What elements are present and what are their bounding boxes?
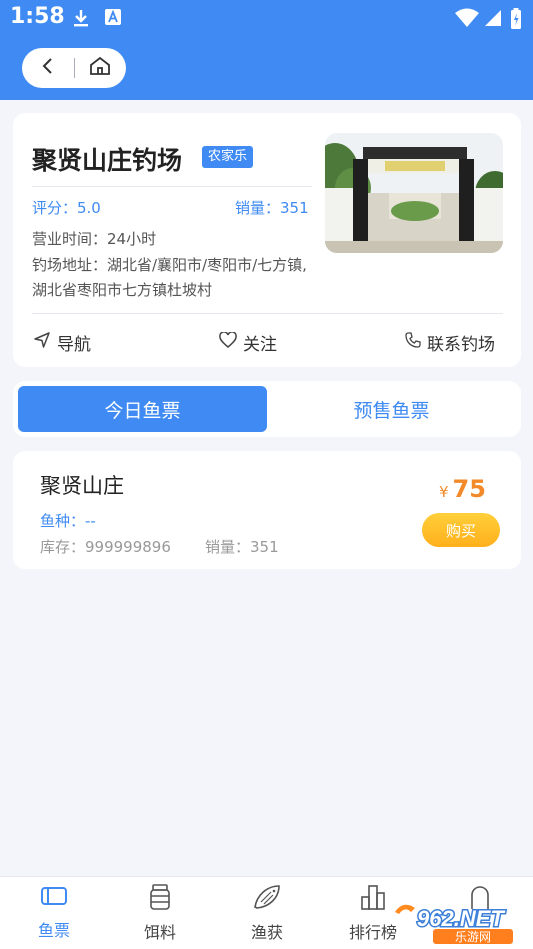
ticket-sales: 销量：351 [205,538,279,556]
heart-icon [219,331,243,353]
chevron-left-icon [40,57,56,79]
nav-label: 排行榜 [348,923,397,942]
wifi-icon [454,8,480,32]
back-button[interactable] [22,48,74,88]
status-bar: 1:58 [0,0,533,36]
venue-info-card: 聚贤山庄钓场 农家乐 评分：5.0 销量：351 营业时间：24小时 钓场地址：… [13,113,521,367]
nav-label: 鱼票 [37,921,70,940]
venue-photo[interactable] [325,133,503,253]
venue-rating: 评分：5.0 [32,199,101,217]
top-header [0,36,533,100]
navigate-label: 导航 [57,335,91,355]
ticket-species: 鱼种：-- [40,512,96,530]
ticket-icon [39,883,69,913]
divider [32,186,312,187]
watermark-logo: 962.NET 乐游网 [393,898,533,946]
nav-item-catch[interactable]: 渔获 [227,883,307,943]
nav-item-tickets[interactable]: 鱼票 [14,883,94,941]
tab-presale-tickets[interactable]: 预售鱼票 [267,386,516,432]
svg-text:乐游网: 乐游网 [455,930,491,944]
tab-today-tickets[interactable]: 今日鱼票 [18,386,267,432]
fish-icon [251,883,283,915]
nav-capsule [22,48,126,88]
venue-sales: 销量：351 [235,199,309,217]
navigate-button[interactable]: 导航 [33,330,91,355]
home-button[interactable] [74,48,126,88]
download-icon [72,8,90,32]
currency-symbol: ¥ [439,483,449,501]
svg-text:962.NET: 962.NET [417,906,505,931]
nav-label: 渔获 [250,923,283,942]
a-badge-icon [104,8,122,30]
venue-address: 钓场地址：湖北省/襄阳市/枣阳市/七方镇,湖北省枣阳市七方镇杜坡村 [32,256,307,299]
follow-button[interactable]: 关注 [219,330,277,355]
nav-label: 饵料 [143,923,176,942]
home-icon [89,56,111,80]
venue-title: 聚贤山庄钓场 [32,146,183,175]
signal-icon [483,8,503,32]
ticket-price: ¥ 75 [439,475,486,503]
phone-icon [405,332,427,353]
navigation-arrow-icon [33,331,57,354]
status-time: 1:58 [10,4,65,29]
battery-icon [510,8,522,34]
bar-chart-icon [359,883,387,915]
ticket-name: 聚贤山庄 [40,474,124,498]
venue-category-tag: 农家乐 [202,146,254,168]
follow-label: 关注 [243,335,277,355]
buy-button[interactable]: 购买 [422,513,500,547]
ticket-tabs: 今日鱼票 预售鱼票 [13,381,521,437]
price-amount: 75 [452,475,486,503]
contact-venue-button[interactable]: 联系钓场 [405,330,495,355]
ticket-card: 聚贤山庄 鱼种：-- 库存：999999896 销量：351 ¥ 75 购买 [13,451,521,569]
nav-item-bait[interactable]: 饵料 [120,883,200,943]
divider [32,313,503,314]
ticket-stock: 库存：999999896 [40,538,171,556]
venue-hours: 营业时间：24小时 [32,230,157,248]
bait-jar-icon [147,883,173,915]
contact-label: 联系钓场 [427,335,495,355]
